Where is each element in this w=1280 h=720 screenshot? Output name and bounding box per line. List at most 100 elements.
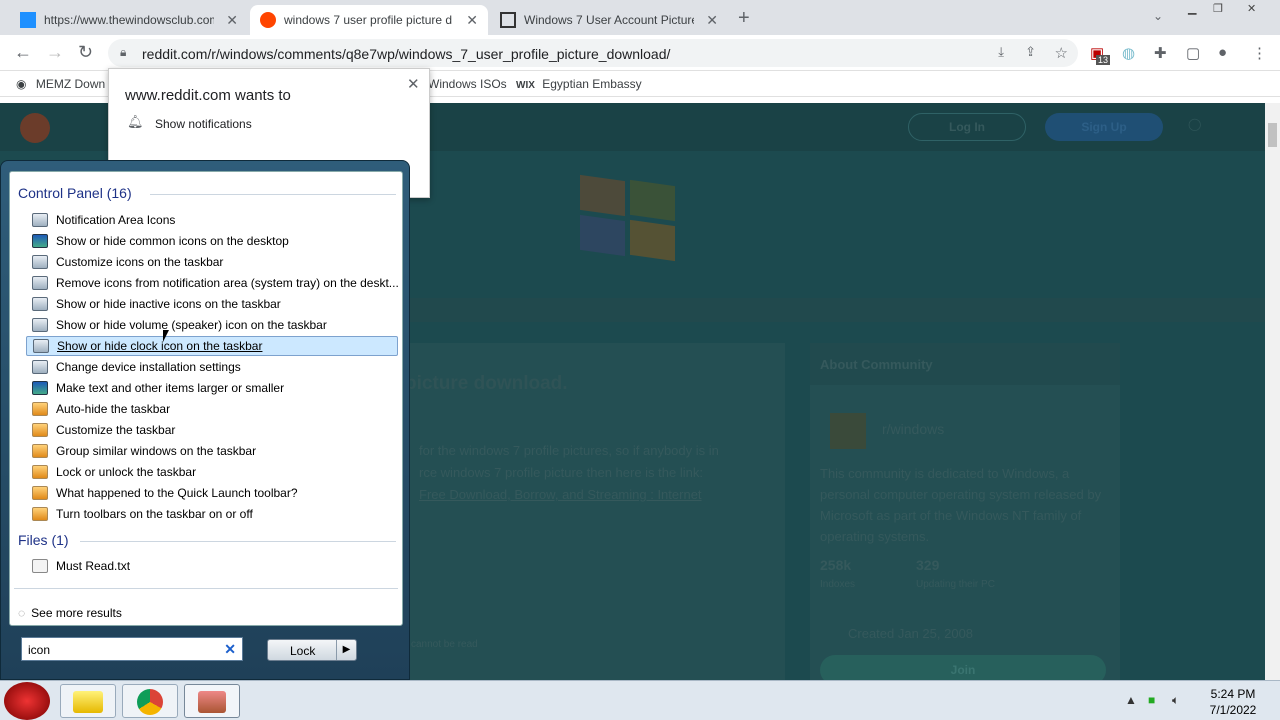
post-link[interactable]: Free Download, Borrow, and Streaming : I… [419, 487, 702, 502]
bookmark-egyptian-embassy[interactable]: WIX Egyptian Embassy [516, 77, 642, 91]
control-panel-icon [32, 318, 48, 332]
restore-icon[interactable]: ❐ [1213, 2, 1223, 15]
control-panel-result[interactable]: Turn toolbars on the taskbar on or off [26, 504, 398, 524]
bookmark-star-icon[interactable]: ☆ [1055, 44, 1068, 62]
close-tab-icon[interactable]: ✕ [466, 12, 478, 29]
post-body-line: for the windows 7 profile pictures, so i… [419, 443, 719, 458]
tab-archive[interactable]: Windows 7 User Account Picture ✕ [490, 5, 728, 35]
bell-icon: 🔔︎ [127, 114, 144, 129]
install-icon[interactable]: ⤓ [998, 44, 1004, 60]
post-body-line: rce windows 7 profile picture then here … [419, 465, 703, 480]
community-description: This community is dedicated to Windows, … [820, 466, 1102, 544]
tab-title: Windows 7 User Account Picture [524, 13, 694, 27]
community-name[interactable]: r/windows [882, 421, 944, 437]
start-menu: Control Panel (16) Notification Area Ico… [0, 160, 410, 680]
control-panel-icon [32, 255, 48, 269]
control-panel-result[interactable]: Customize icons on the taskbar [26, 252, 398, 272]
control-panel-icon [32, 297, 48, 311]
taskbar-settings-icon [32, 507, 48, 521]
prompt-text: Show notifications [155, 117, 252, 131]
result-label: Auto-hide the taskbar [56, 402, 171, 416]
reddit-logo-icon[interactable] [20, 113, 50, 143]
network-icon[interactable]: ■ [1148, 693, 1155, 707]
members-label: Indoxes [820, 579, 856, 590]
result-label: Make text and other items larger or smal… [56, 381, 285, 395]
show-hidden-icons-icon[interactable]: ▲ [1125, 693, 1137, 707]
control-panel-icon [32, 276, 48, 290]
scrollbar-thumb[interactable] [1268, 123, 1277, 147]
result-label: Remove icons from notification area (sys… [56, 276, 399, 290]
media-player-taskbar-icon[interactable] [184, 684, 240, 718]
close-window-icon[interactable]: ✕ [1247, 2, 1256, 15]
clock[interactable]: 5:24 PM 7/1/2022 [1196, 686, 1270, 718]
join-button[interactable]: Join [820, 655, 1106, 680]
minimize-icon[interactable]: ▁ [1188, 2, 1196, 15]
forward-icon[interactable]: → [46, 42, 64, 63]
group-header-control-panel[interactable]: Control Panel (16) [18, 185, 132, 201]
start-button-icon[interactable] [4, 682, 50, 720]
control-panel-result[interactable]: Show or hide common icons on the desktop [26, 231, 398, 251]
power-options-arrow-icon[interactable]: ▶ [336, 640, 356, 660]
result-label: Show or hide volume (speaker) icon on th… [56, 318, 327, 332]
menu-icon[interactable]: ⋮ [1252, 44, 1267, 62]
control-panel-result[interactable]: Change device installation settings [26, 357, 398, 377]
community-icon [830, 413, 866, 449]
result-label: Show or hide inactive icons on the taskb… [56, 297, 281, 311]
tab-title: https://www.thewindowsclub.com [44, 13, 214, 27]
close-tab-icon[interactable]: ✕ [226, 12, 238, 29]
tab-reddit[interactable]: windows 7 user profile picture d ✕ [250, 5, 488, 35]
control-panel-result[interactable]: Auto-hide the taskbar [26, 399, 398, 419]
control-panel-result[interactable]: Notification Area Icons [26, 210, 398, 230]
puzzle-icon[interactable]: ✚ [1154, 44, 1167, 62]
control-panel-result[interactable]: Make text and other items larger or smal… [26, 378, 398, 398]
close-tab-icon[interactable]: ✕ [706, 12, 718, 29]
see-more-results-link[interactable]: ◌ See more results [18, 606, 122, 620]
profile-icon[interactable]: ● [1218, 44, 1227, 61]
user-menu-icon[interactable]: ◯ [1188, 117, 1201, 131]
lock-button[interactable]: Lock ▶ [267, 639, 357, 661]
result-label: Notification Area Icons [56, 213, 176, 227]
clock-date: 7/1/2022 [1209, 703, 1257, 717]
back-icon[interactable]: ← [14, 42, 32, 63]
control-panel-result[interactable]: Customize the taskbar [26, 420, 398, 440]
address-bar[interactable]: 🔒︎ reddit.com/r/windows/comments/q8e7wp/… [108, 39, 1078, 67]
new-tab-icon[interactable]: + [738, 7, 750, 30]
divider [14, 588, 398, 589]
control-panel-result[interactable]: Show or hide clock icon on the taskbar [26, 336, 398, 356]
control-panel-result[interactable]: Show or hide inactive icons on the taskb… [26, 294, 398, 314]
signup-button[interactable]: Sign Up [1045, 113, 1163, 141]
explorer-taskbar-icon[interactable] [60, 684, 116, 718]
clear-search-icon[interactable]: ✕ [224, 641, 236, 658]
reload-icon[interactable]: ↻ [78, 42, 93, 63]
result-label: Group similar windows on the taskbar [56, 444, 257, 458]
share-icon[interactable]: ⇪ [1025, 44, 1036, 60]
about-header: About Community [810, 343, 1120, 385]
bookmark-memz[interactable]: ◉ MEMZ Down [16, 77, 105, 91]
members-count: 258k [820, 557, 852, 573]
windows-club-favicon-icon [20, 12, 36, 28]
control-panel-result[interactable]: What happened to the Quick Launch toolba… [26, 483, 398, 503]
chrome-taskbar-icon[interactable] [122, 684, 178, 718]
control-panel-result[interactable]: Remove icons from notification area (sys… [26, 273, 399, 293]
vpn-extension-icon[interactable]: ◍ [1122, 44, 1135, 62]
search-input[interactable]: icon ✕ [21, 637, 243, 661]
tab-thewindowsclub[interactable]: https://www.thewindowsclub.com ✕ [10, 5, 248, 35]
group-header-files[interactable]: Files (1) [18, 532, 69, 548]
bookmark-windows-isos[interactable]: Windows ISOs [428, 77, 507, 91]
close-icon[interactable]: ✕ [407, 75, 420, 93]
tab-search-chevron-icon[interactable]: ⌄ [1153, 9, 1163, 23]
library-favicon-icon [500, 12, 516, 28]
globe-icon: ◉ [16, 77, 27, 91]
lock-label: Lock [290, 644, 316, 658]
control-panel-result[interactable]: Lock or unlock the taskbar [26, 462, 398, 482]
login-button[interactable]: Log In [908, 113, 1026, 141]
control-panel-result[interactable]: Group similar windows on the taskbar [26, 441, 398, 461]
side-panel-icon[interactable]: ▢ [1186, 44, 1200, 62]
result-label: Change device installation settings [56, 360, 241, 374]
control-panel-result[interactable]: Show or hide volume (speaker) icon on th… [26, 315, 398, 335]
volume-icon[interactable]: 🔈︎ [1172, 693, 1179, 708]
post-card: picture download. for the windows 7 prof… [405, 343, 785, 680]
page-scrollbar[interactable] [1265, 103, 1280, 680]
file-result[interactable]: Must Read.txt [26, 556, 398, 576]
post-title: picture download. [405, 373, 568, 394]
